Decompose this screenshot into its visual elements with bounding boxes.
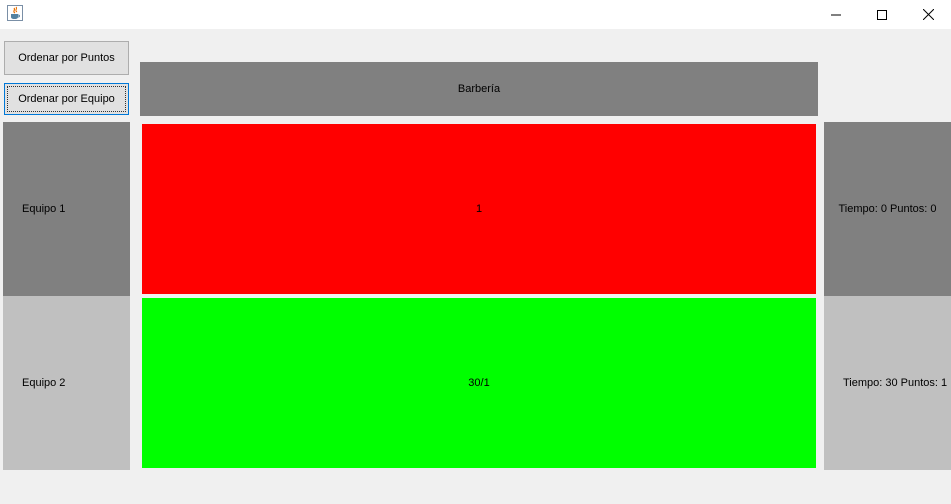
team-2-panel: Equipo 2: [3, 296, 130, 470]
sort-by-team-button[interactable]: Ordenar por Equipo: [4, 83, 129, 115]
sort-by-team-label: Ordenar por Equipo: [18, 93, 115, 105]
team-1-panel: Equipo 1: [3, 122, 130, 296]
team-1-value: 1: [475, 203, 483, 215]
team-2-label: Equipo 2: [22, 377, 66, 389]
title-bar: [0, 0, 951, 29]
team-1-label: Equipo 1: [22, 203, 66, 215]
sort-by-points-label: Ordenar por Puntos: [18, 52, 115, 64]
header-title: Barbería: [457, 83, 501, 95]
team-2-value: 30/1: [468, 377, 490, 389]
sort-by-points-button[interactable]: Ordenar por Puntos: [4, 41, 129, 75]
maximize-button[interactable]: [859, 0, 905, 29]
header-panel: Barbería: [140, 62, 818, 116]
close-button[interactable]: [905, 0, 951, 29]
team-1-bar: 1: [142, 124, 816, 294]
team-2-stats-panel: Tiempo: 30 Puntos: 1: [824, 296, 951, 470]
java-icon: [7, 5, 23, 21]
close-icon: [922, 9, 934, 20]
team-2-bar: 30/1: [142, 298, 816, 468]
minimize-button[interactable]: [813, 0, 859, 29]
team-1-stats-panel: Tiempo: 0 Puntos: 0: [824, 122, 951, 296]
team-1-stats: Tiempo: 0 Puntos: 0: [838, 203, 937, 215]
maximize-icon: [877, 9, 887, 20]
minimize-icon: [831, 14, 841, 15]
team-2-stats: Tiempo: 30 Puntos: 1: [843, 377, 948, 389]
